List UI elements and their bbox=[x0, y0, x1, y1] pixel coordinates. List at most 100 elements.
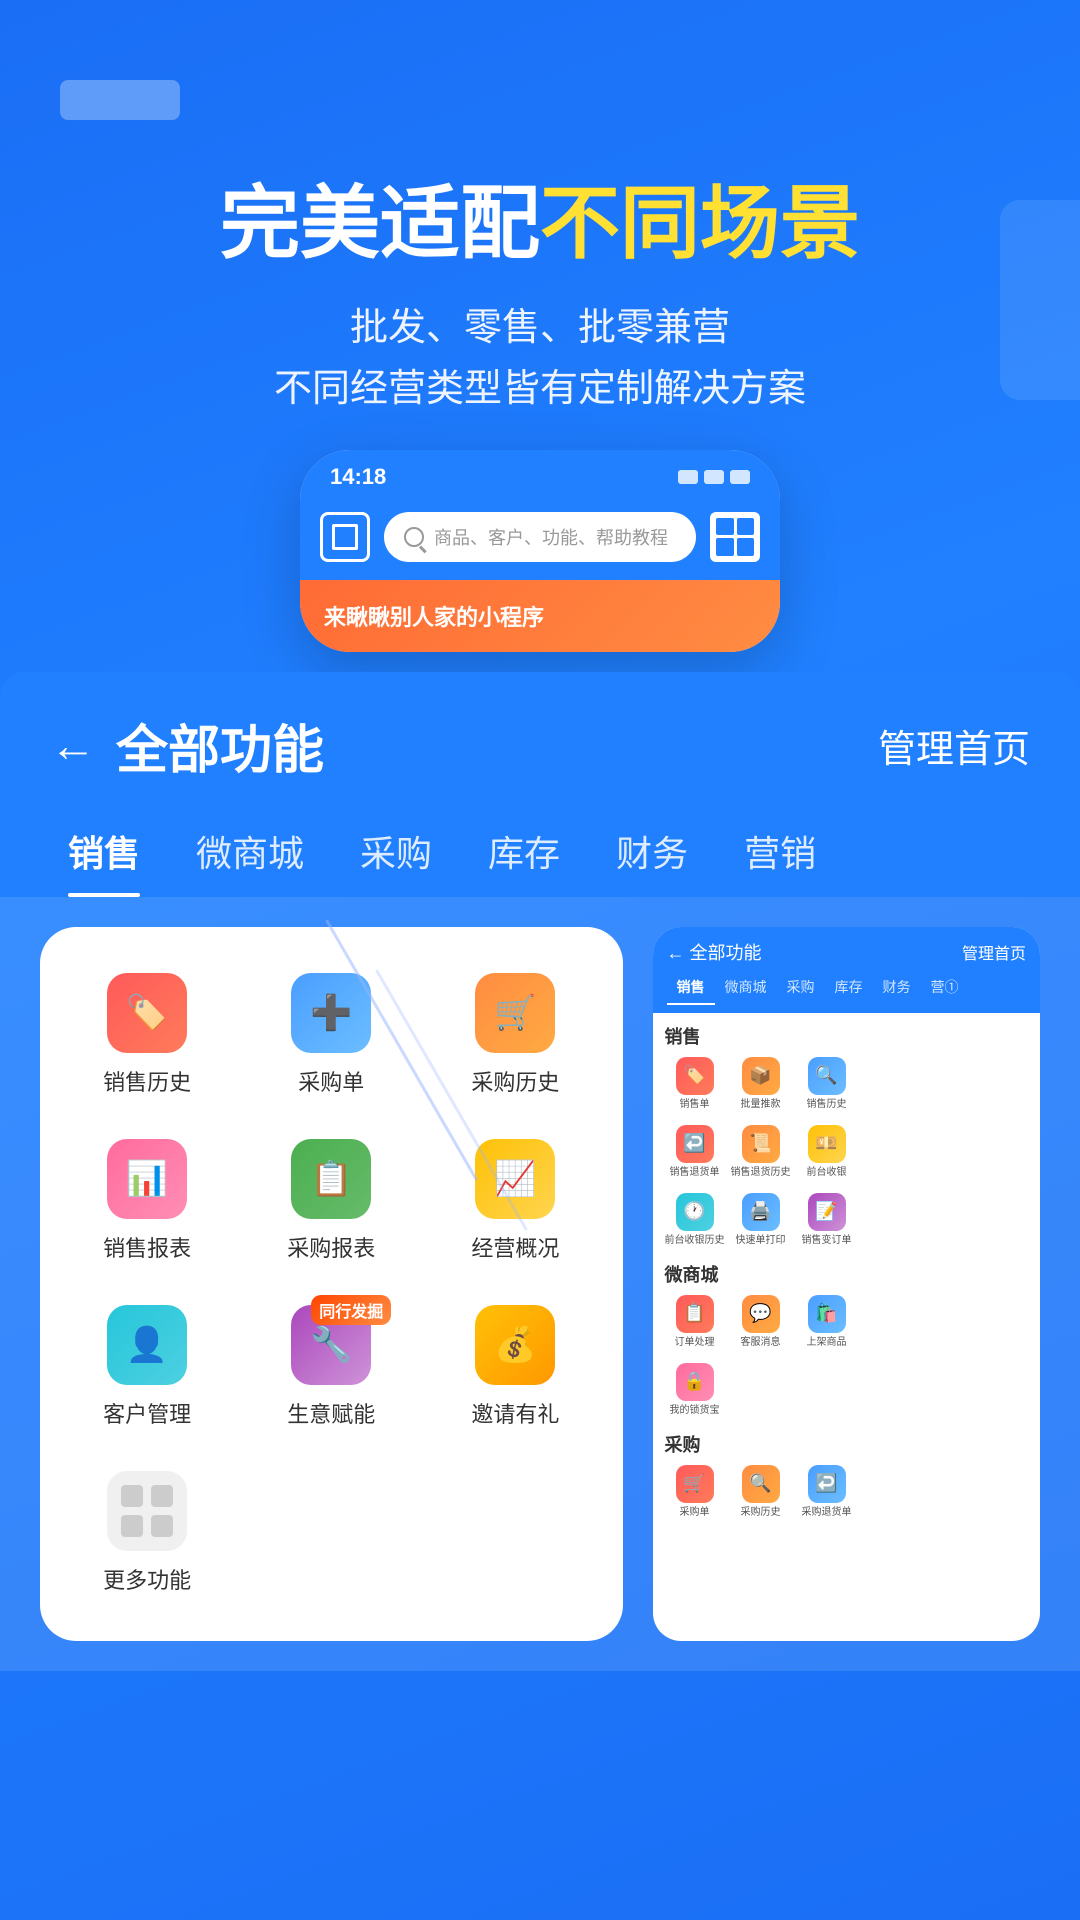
icon-grid: 🏷️ 销售历史 ➕ 采购单 🛒 采购历史 📊 bbox=[60, 957, 603, 1611]
rph-content: 销售 🏷️ 销售单 📦 批量推款 🔍 销售历史 bbox=[653, 1013, 1041, 1543]
rph-icon: 🔍 bbox=[808, 1057, 846, 1095]
rph-tab-purchase[interactable]: 采购 bbox=[777, 973, 825, 1005]
more-icon bbox=[107, 1471, 187, 1551]
list-item[interactable]: 🔍 采购历史 bbox=[731, 1465, 791, 1519]
list-item[interactable]: 更多功能 bbox=[60, 1455, 234, 1611]
search-placeholder: 商品、客户、功能、帮助教程 bbox=[434, 524, 668, 550]
section-sales: 销售 🏷️ 销售单 📦 批量推款 🔍 销售历史 bbox=[665, 1023, 1029, 1247]
search-icon bbox=[404, 527, 424, 547]
rph-icon: 💴 bbox=[808, 1125, 846, 1163]
section-wechat: 微商城 📋 订单处理 💬 客服消息 🛍️ 上架商品 bbox=[665, 1261, 1029, 1417]
rph-icon: 📝 bbox=[808, 1193, 846, 1231]
rph-icon: 📋 bbox=[676, 1295, 714, 1333]
badge-tag: 同行发掘 bbox=[311, 1295, 391, 1325]
rph-tabs: 销售 微商城 采购 库存 财务 营① bbox=[667, 973, 1027, 1005]
icon-label: 采购单 bbox=[298, 1065, 364, 1097]
list-item[interactable]: 📝 销售变订单 bbox=[797, 1193, 857, 1247]
rph-label: 批量推款 bbox=[741, 1099, 781, 1111]
list-item[interactable]: 🛒 采购单 bbox=[665, 1465, 725, 1519]
list-item[interactable]: 🏷️ 销售历史 bbox=[60, 957, 234, 1113]
list-item[interactable]: 🛍️ 上架商品 bbox=[797, 1295, 857, 1349]
rph-tab-sales[interactable]: 销售 bbox=[667, 973, 715, 1005]
list-item[interactable]: 🔍 销售历史 bbox=[797, 1057, 857, 1111]
icon-purchase-order: ➕ bbox=[291, 973, 371, 1053]
search-input-mock: 商品、客户、功能、帮助教程 bbox=[384, 512, 696, 562]
tab-wechat-shop[interactable]: 微商城 bbox=[168, 811, 332, 897]
icon-customer-mgmt: 👤 bbox=[107, 1305, 187, 1385]
rph-icon: ↩️ bbox=[676, 1125, 714, 1163]
rph-label: 快速单打印 bbox=[736, 1235, 786, 1247]
list-item[interactable]: 🔧 同行发掘 生意赋能 bbox=[244, 1289, 418, 1445]
rph-label: 销售单 bbox=[680, 1099, 710, 1111]
phone-mockup: 14:18 商品、客户、功能、帮助教程 bbox=[300, 450, 780, 652]
rph-tab-finance[interactable]: 财务 bbox=[873, 973, 921, 1005]
list-item[interactable]: 📊 销售报表 bbox=[60, 1123, 234, 1279]
menu-header: ← 全部功能 管理首页 bbox=[0, 672, 1080, 811]
rph-label: 上架商品 bbox=[807, 1337, 847, 1349]
rph-icon: 🔒 bbox=[676, 1363, 714, 1401]
list-item[interactable]: 🔒 我的锁货宝 bbox=[665, 1363, 725, 1417]
sales-icon-row3: 🕐 前台收银历史 🖨️ 快速单打印 📝 销售变订单 bbox=[665, 1193, 1029, 1247]
icon-label: 销售报表 bbox=[103, 1231, 191, 1263]
icon-label: 邀请有礼 bbox=[471, 1397, 559, 1429]
tab-inventory[interactable]: 库存 bbox=[460, 811, 588, 897]
list-item[interactable]: 📋 订单处理 bbox=[665, 1295, 725, 1349]
rph-tab-wechat[interactable]: 微商城 bbox=[715, 973, 777, 1005]
qr-icon bbox=[710, 512, 760, 562]
right-phone-header: ← 全部功能 管理首页 销售 微商城 采购 库存 财务 营① bbox=[653, 927, 1041, 1013]
headline-white: 完美适配 bbox=[220, 179, 540, 268]
back-arrow-icon[interactable]: ← bbox=[50, 718, 96, 772]
icon-label: 销售历史 bbox=[103, 1065, 191, 1097]
list-item[interactable]: ↩️ 采购退货单 bbox=[797, 1465, 857, 1519]
section-title-wechat: 微商城 bbox=[665, 1261, 1029, 1287]
list-item[interactable]: 🖨️ 快速单打印 bbox=[731, 1193, 791, 1247]
list-item[interactable]: 💴 前台收银 bbox=[797, 1125, 857, 1179]
subtitle: 批发、零售、批零兼营 不同经营类型皆有定制解决方案 bbox=[60, 298, 1020, 420]
rph-icon: 📜 bbox=[742, 1125, 780, 1163]
rph-label: 销售变订单 bbox=[802, 1235, 852, 1247]
rph-label: 前台收银 bbox=[807, 1167, 847, 1179]
tab-marketing[interactable]: 营销 bbox=[716, 811, 844, 897]
headline-highlight: 不同场景 bbox=[540, 179, 860, 268]
rph-back[interactable]: ← 全部功能 bbox=[667, 939, 762, 965]
menu-title-area: ← 全部功能 bbox=[50, 708, 324, 783]
menu-card: ← 全部功能 管理首页 销售 微商城 采购 库存 财务 营销 bbox=[0, 672, 1080, 897]
list-item[interactable]: ↩️ 销售退货单 bbox=[665, 1125, 725, 1179]
rph-icon: 🛍️ bbox=[808, 1295, 846, 1333]
list-item[interactable]: 💰 邀请有礼 bbox=[428, 1289, 602, 1445]
rph-label: 采购单 bbox=[680, 1507, 710, 1519]
scan-icon bbox=[320, 512, 370, 562]
sales-icon-row: 🏷️ 销售单 📦 批量推款 🔍 销售历史 bbox=[665, 1057, 1029, 1111]
phone-search-bar: 商品、客户、功能、帮助教程 bbox=[300, 500, 780, 580]
icon-sales-report: 📊 bbox=[107, 1139, 187, 1219]
list-item[interactable]: 🛒 采购历史 bbox=[428, 957, 602, 1113]
phone-banner: 来瞅瞅别人家的小程序 bbox=[300, 580, 780, 652]
tab-finance[interactable]: 财务 bbox=[588, 811, 716, 897]
list-item[interactable]: 📦 批量推款 bbox=[731, 1057, 791, 1111]
rph-tab-inventory[interactable]: 库存 bbox=[825, 973, 873, 1005]
rph-label: 我的锁货宝 bbox=[670, 1405, 720, 1417]
rph-icon: 🔍 bbox=[742, 1465, 780, 1503]
tab-purchase[interactable]: 采购 bbox=[332, 811, 460, 897]
phone-icon-1 bbox=[678, 470, 698, 484]
icon-purchase-report: 📋 bbox=[291, 1139, 371, 1219]
right-phone: ← 全部功能 管理首页 销售 微商城 采购 库存 财务 营① 销售 🏷️ 销售单 bbox=[653, 927, 1041, 1641]
phone-status-icons bbox=[678, 470, 750, 484]
phone-status-bar: 14:18 bbox=[300, 450, 780, 500]
tab-sales[interactable]: 销售 bbox=[40, 811, 168, 897]
list-item[interactable]: 🕐 前台收银历史 bbox=[665, 1193, 725, 1247]
manage-home-link[interactable]: 管理首页 bbox=[878, 718, 1030, 773]
icon-label: 更多功能 bbox=[103, 1563, 191, 1595]
icon-sales-history: 🏷️ bbox=[107, 973, 187, 1053]
list-item[interactable]: 🏷️ 销售单 bbox=[665, 1057, 725, 1111]
rph-label: 前台收银历史 bbox=[665, 1235, 725, 1247]
icon-purchase-history: 🛒 bbox=[475, 973, 555, 1053]
list-item[interactable]: 👤 客户管理 bbox=[60, 1289, 234, 1445]
list-item[interactable]: 📜 销售退货历史 bbox=[731, 1125, 791, 1179]
list-item[interactable]: 💬 客服消息 bbox=[731, 1295, 791, 1349]
list-item[interactable]: 📋 采购报表 bbox=[244, 1123, 418, 1279]
rph-tab-marketing[interactable]: 营① bbox=[921, 973, 969, 1005]
section-purchase: 采购 🛒 采购单 🔍 采购历史 ↩️ 采购退货单 bbox=[665, 1431, 1029, 1519]
phone-time: 14:18 bbox=[330, 464, 386, 490]
rph-manage-home[interactable]: 管理首页 bbox=[962, 940, 1026, 964]
